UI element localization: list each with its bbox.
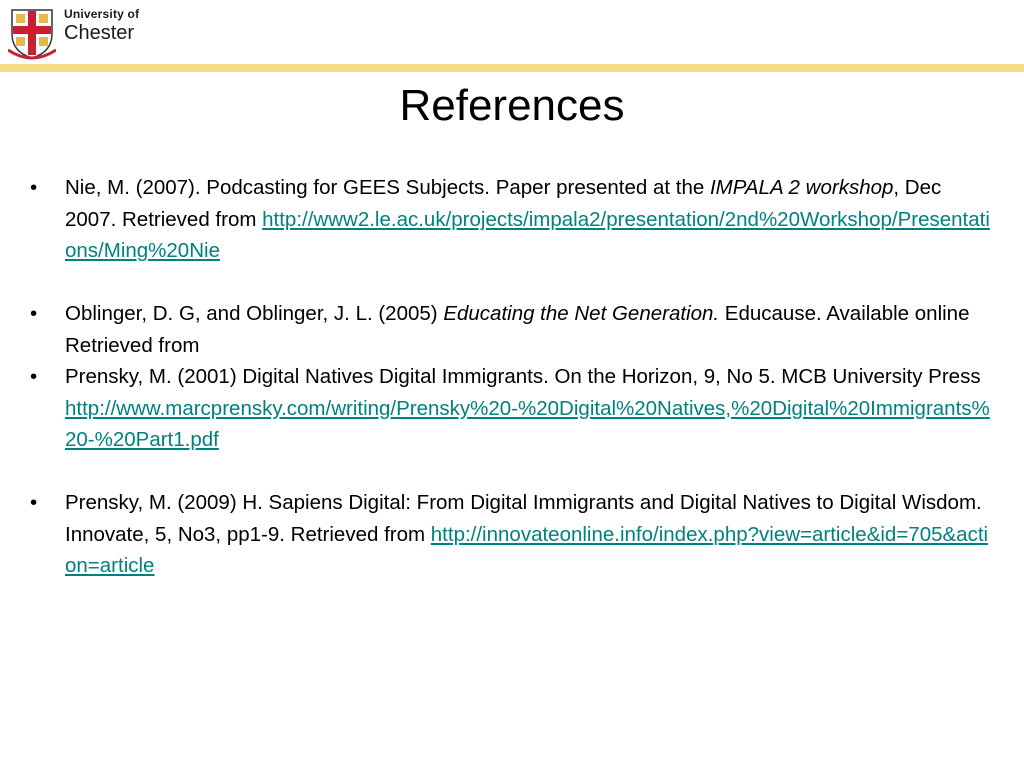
slide-header: University of Chester <box>0 0 1024 64</box>
reference-link[interactable]: http://www.marcprensky.com/writing/Prens… <box>65 397 990 452</box>
logo-line-2: Chester <box>64 22 135 44</box>
reference-item-oblinger: • Oblinger, D. G, and Oblinger, J. L. (2… <box>30 298 995 361</box>
reference-italic: Educating the Net Generation. <box>443 302 720 325</box>
reference-text: Oblinger, D. G, and Oblinger, J. L. (200… <box>65 302 444 325</box>
header-band <box>0 64 1024 72</box>
logo-wordmark: University of Chester <box>64 8 139 43</box>
bullet: • <box>30 365 38 388</box>
bullet: • <box>30 176 38 199</box>
slide-title: References <box>399 81 625 130</box>
logo-line-1: University of <box>64 7 140 21</box>
bullet: • <box>30 491 38 514</box>
reference-italic: IMPALA 2 workshop <box>709 176 894 199</box>
university-crest-icon <box>8 9 56 60</box>
bullet: • <box>30 302 38 325</box>
reference-item-prensky-2009: • Prensky, M. (2009) H. Sapiens Digital:… <box>30 487 995 582</box>
reference-text: Prensky, M. (2001) Digital Natives Digit… <box>65 365 981 388</box>
reference-item-prensky-2001: • Prensky, M. (2001) Digital Natives Dig… <box>30 361 995 456</box>
reference-item-nie: • Nie, M. (2007). Podcasting for GEES Su… <box>30 172 995 267</box>
university-logo: University of Chester <box>4 2 144 62</box>
reference-text: Nie, M. (2007). Podcasting for GEES Subj… <box>65 176 710 199</box>
references-list: • Nie, M. (2007). Podcasting for GEES Su… <box>30 172 995 582</box>
